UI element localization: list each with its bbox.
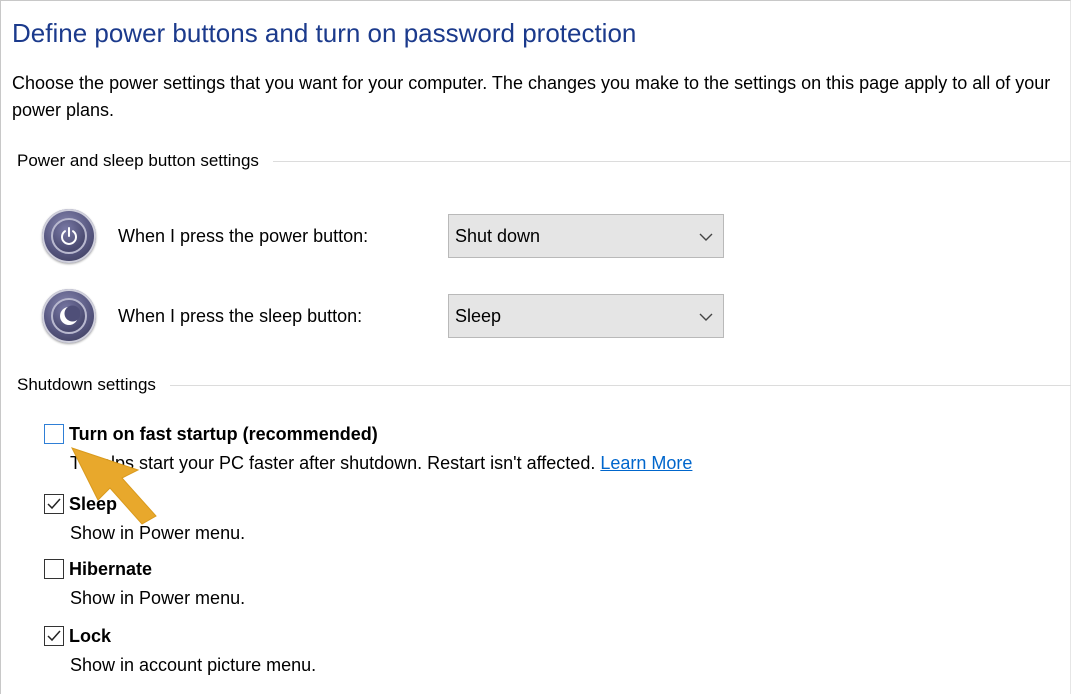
- page-intro: Choose the power settings that you want …: [12, 73, 1051, 120]
- fast-startup-desc-text: elps start your PC faster after shutdown…: [101, 453, 596, 473]
- sleep-button-icon: [42, 289, 96, 343]
- power-button-select[interactable]: Shut down: [448, 214, 724, 258]
- fast-startup-option: Turn on fast startup (recommended) Telps…: [44, 420, 692, 478]
- header-divider: [272, 160, 1071, 162]
- power-button-icon: [42, 209, 96, 263]
- chevron-down-icon: [699, 226, 713, 247]
- checkmark-icon: [47, 498, 61, 510]
- sleep-checkbox[interactable]: [44, 494, 64, 514]
- learn-more-link[interactable]: Learn More: [600, 453, 692, 473]
- power-button-label: When I press the power button:: [118, 225, 369, 246]
- hibernate-option: Hibernate Show in Power menu.: [44, 555, 245, 613]
- power-button-select-value: Shut down: [455, 225, 541, 246]
- shutdown-settings-header: Shutdown settings: [17, 372, 1071, 398]
- fast-startup-desc-prefix: T: [70, 453, 81, 473]
- fast-startup-checkbox[interactable]: [44, 424, 64, 444]
- header-divider: [169, 384, 1071, 386]
- sleep-button-row: When I press the sleep button: Sleep: [42, 288, 724, 344]
- checkmark-icon: [47, 630, 61, 642]
- power-button-row: When I press the power button: Shut down: [42, 208, 724, 264]
- power-settings-header-label: Power and sleep button settings: [17, 151, 259, 170]
- hibernate-description: Show in Power menu.: [70, 588, 246, 608]
- power-settings-header: Power and sleep button settings: [17, 148, 1071, 174]
- sleep-button-label: When I press the sleep button:: [118, 305, 363, 326]
- lock-checkbox[interactable]: [44, 626, 64, 646]
- sleep-option: Sleep Show in Power menu.: [44, 490, 245, 548]
- shutdown-settings-header-label: Shutdown settings: [17, 375, 156, 394]
- page-title: Define power buttons and turn on passwor…: [12, 18, 637, 48]
- sleep-button-select[interactable]: Sleep: [448, 294, 724, 338]
- sleep-description: Show in Power menu.: [70, 523, 246, 543]
- sleep-label[interactable]: Sleep: [69, 494, 117, 515]
- fast-startup-label[interactable]: Turn on fast startup (recommended): [69, 424, 378, 445]
- hibernate-checkbox[interactable]: [44, 559, 64, 579]
- lock-description: Show in account picture menu.: [70, 655, 317, 675]
- chevron-down-icon: [699, 306, 713, 327]
- lock-option: Lock Show in account picture menu.: [44, 622, 316, 680]
- sleep-button-select-value: Sleep: [455, 305, 502, 326]
- fast-startup-description: Telps start your PC faster after shutdow…: [70, 448, 692, 478]
- lock-label[interactable]: Lock: [69, 626, 111, 647]
- hibernate-label[interactable]: Hibernate: [69, 559, 152, 580]
